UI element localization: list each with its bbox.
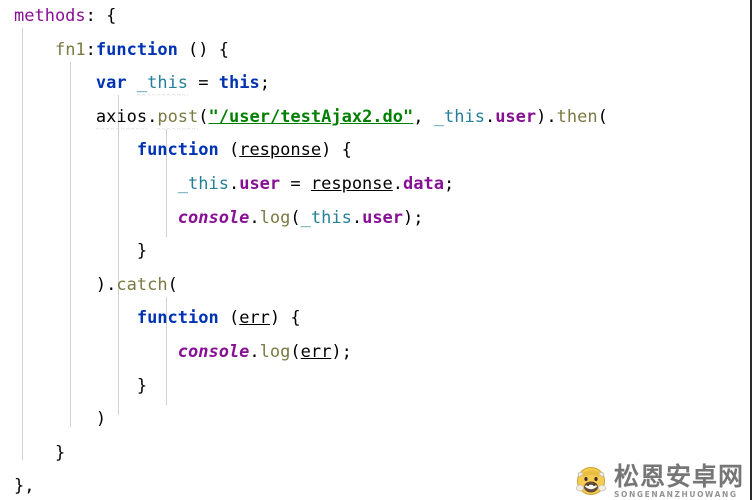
code-line[interactable]: _this.user = response.data;	[0, 168, 608, 202]
code-token: =	[280, 173, 311, 194]
code-token: response	[310, 173, 393, 194]
code-token: .	[228, 173, 240, 194]
code-token: post	[157, 106, 199, 127]
code-token: _this	[300, 207, 352, 228]
code-token: .	[147, 106, 158, 127]
code-token: data	[403, 173, 444, 194]
code-line[interactable]: }	[0, 370, 608, 404]
code-token: "	[403, 106, 414, 127]
code-token: (	[167, 274, 178, 295]
code-token: log	[259, 341, 291, 362]
code-token: user	[495, 106, 537, 127]
code-line[interactable]: },	[0, 470, 608, 500]
code-token: axios	[95, 106, 148, 127]
code-editor[interactable]: methods: { fn1:function () { var _this =…	[0, 0, 752, 500]
code-token: err	[239, 308, 270, 329]
code-token: .	[249, 341, 260, 362]
code-line[interactable]: ).catch(	[0, 269, 608, 303]
code-token: methods	[14, 6, 86, 26]
code-token: =	[188, 73, 219, 94]
code-token: .	[249, 207, 260, 228]
code-token: function	[136, 308, 219, 329]
code-token: user	[362, 207, 404, 228]
site-watermark: 松恩安卓网 SONGENANZHUOWANG	[574, 464, 744, 499]
code-content[interactable]: methods: { fn1:function () { var _this =…	[0, 0, 608, 500]
code-token: (	[218, 140, 240, 161]
code-line[interactable]: }	[0, 235, 608, 269]
code-token: }	[136, 375, 148, 396]
code-token: : {	[85, 6, 117, 26]
code-token: console	[177, 341, 250, 362]
code-token: then	[556, 106, 598, 127]
cow-face-mascot-icon	[574, 464, 608, 498]
code-line[interactable]: axios.post("/user/testAjax2.do", _this.u…	[0, 101, 608, 135]
code-token: this	[218, 73, 260, 94]
code-token: :	[85, 39, 96, 60]
code-line[interactable]: var _this = this;	[0, 67, 608, 101]
code-token: log	[259, 207, 291, 228]
code-token: ) {	[269, 308, 301, 329]
code-line[interactable]: }	[0, 437, 608, 471]
code-token: user	[239, 173, 281, 194]
watermark-title-cn: 松恩安卓网	[613, 461, 744, 491]
code-token: ,	[413, 106, 434, 127]
code-token: );	[403, 207, 424, 228]
code-token: },	[14, 476, 35, 497]
code-line[interactable]: fn1:function () {	[0, 34, 608, 68]
code-token: ).	[95, 274, 117, 295]
code-token: (	[597, 106, 608, 127]
watermark-text: 松恩安卓网 SONGENANZHUOWANG	[614, 464, 744, 499]
code-token: ) {	[321, 140, 352, 161]
code-token: console	[177, 207, 250, 228]
code-token: ;	[259, 73, 270, 94]
code-line[interactable]: function (response) {	[0, 134, 608, 168]
code-token: .	[351, 207, 363, 228]
code-line[interactable]: )	[0, 403, 608, 437]
code-token: err	[300, 341, 332, 362]
code-token: (	[290, 207, 301, 228]
watermark-title-pinyin: SONGENANZHUOWANG	[613, 489, 738, 499]
code-token: (	[198, 106, 209, 127]
code-token: var	[95, 73, 127, 94]
code-token: catch	[116, 274, 168, 295]
code-token: () {	[177, 39, 229, 60]
code-token: "	[208, 106, 219, 127]
code-line[interactable]: console.log(err);	[0, 336, 608, 370]
code-token: ;	[443, 173, 455, 194]
code-token: }	[136, 241, 148, 262]
code-line[interactable]: methods: {	[0, 0, 608, 34]
code-token: }	[54, 442, 66, 463]
code-token: (	[290, 341, 301, 362]
code-token: ).	[536, 106, 557, 127]
code-token: );	[331, 341, 352, 362]
code-token: )	[95, 409, 107, 430]
code-token: _this	[433, 106, 485, 127]
code-token: response	[239, 140, 322, 161]
code-token: .	[484, 106, 496, 127]
code-line[interactable]: console.log(_this.user);	[0, 202, 608, 236]
code-token: /user/testAjax2.do	[218, 106, 404, 127]
code-token: _this	[177, 173, 229, 194]
code-token: function	[95, 39, 178, 60]
code-token: (	[218, 308, 240, 329]
code-token: fn1	[54, 39, 86, 60]
code-token: .	[392, 173, 404, 194]
code-token: _this	[136, 73, 189, 94]
code-line[interactable]: function (err) {	[0, 302, 608, 336]
code-token: function	[136, 140, 219, 161]
